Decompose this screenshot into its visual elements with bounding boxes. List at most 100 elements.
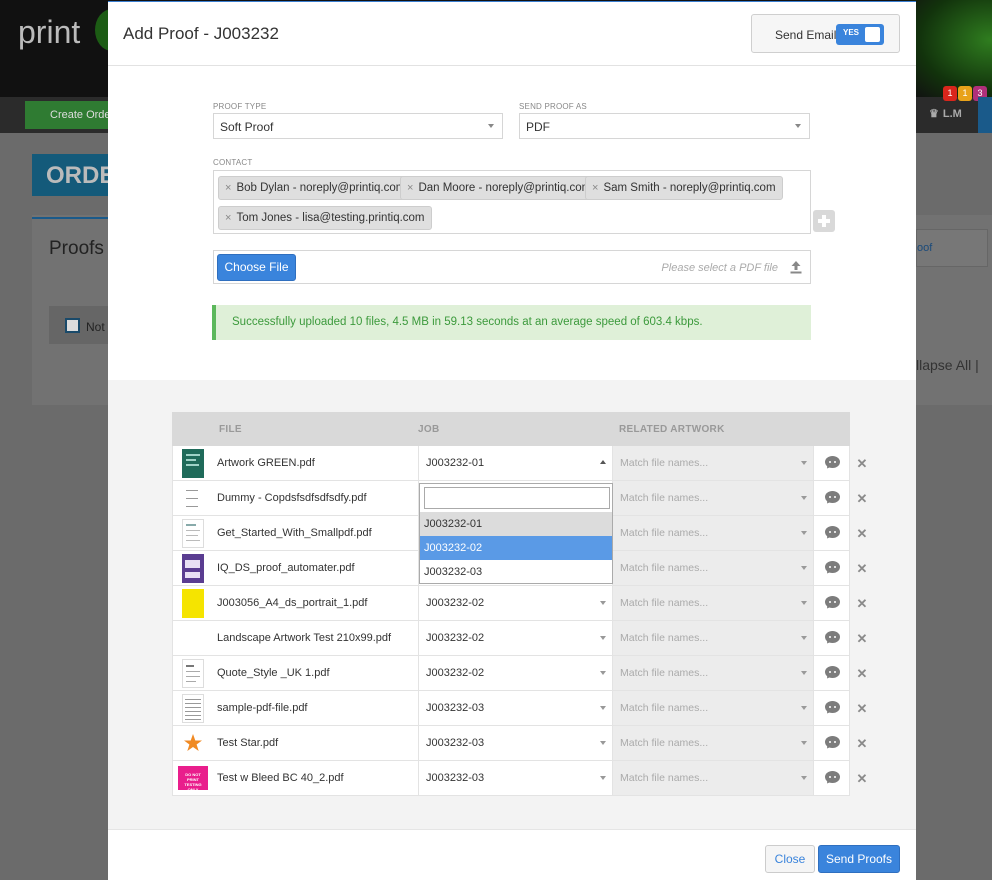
- job-search-input[interactable]: [424, 487, 610, 509]
- send-proofs-button[interactable]: Send Proofs: [818, 845, 900, 873]
- job-option[interactable]: J003232-01: [420, 512, 612, 536]
- notification-badge[interactable]: 1: [958, 86, 972, 101]
- filter-checkbox[interactable]: [65, 318, 80, 333]
- job-column-header: JOB: [418, 424, 440, 435]
- modal-footer: Close Send Proofs: [108, 829, 916, 880]
- comment-button[interactable]: [813, 516, 850, 551]
- remove-chip-icon[interactable]: ×: [407, 182, 413, 194]
- related-artwork-column-header: RELATED ARTWORK: [619, 424, 725, 435]
- contact-chip-label: Tom Jones - lisa@testing.printiq.com: [236, 212, 425, 224]
- related-artwork-select[interactable]: Match file names...: [613, 761, 813, 796]
- file-name: Artwork GREEN.pdf: [217, 457, 315, 469]
- job-select[interactable]: J003232-03: [418, 691, 613, 726]
- file-name: Test w Bleed BC 40_2.pdf: [217, 772, 344, 784]
- remove-row-icon[interactable]: ✕: [856, 736, 868, 751]
- related-artwork-select[interactable]: Match file names...: [613, 446, 813, 481]
- artwork-placeholder: Match file names...: [620, 632, 709, 644]
- file-thumbnail: [182, 519, 204, 548]
- comment-button[interactable]: [813, 691, 850, 726]
- file-cell: Quote_Style _UK 1.pdf: [172, 656, 418, 691]
- close-button[interactable]: Close: [765, 845, 815, 873]
- file-name: J003056_A4_ds_portrait_1.pdf: [217, 597, 368, 609]
- user-menu[interactable]: ♛ L.M: [925, 107, 962, 120]
- comment-button[interactable]: [813, 551, 850, 586]
- send-proof-as-select[interactable]: PDF: [519, 113, 810, 139]
- file-placeholder: Please select a PDF file: [661, 262, 778, 274]
- job-select[interactable]: J003232-03: [418, 726, 613, 761]
- remove-row-icon[interactable]: ✕: [856, 491, 868, 506]
- modal-title: Add Proof - J003232: [123, 24, 279, 43]
- comment-button[interactable]: [813, 621, 850, 656]
- contact-input[interactable]: × Bob Dylan - noreply@printiq.com × Dan Mo…: [213, 170, 811, 234]
- upload-icon[interactable]: [790, 260, 802, 274]
- artwork-placeholder: Match file names...: [620, 702, 709, 714]
- related-artwork-select[interactable]: Match file names...: [613, 691, 813, 726]
- related-artwork-select[interactable]: Match file names...: [613, 481, 813, 516]
- file-name: sample-pdf-file.pdf: [217, 702, 308, 714]
- chevron-down-icon: [600, 706, 606, 710]
- remove-row-icon[interactable]: ✕: [856, 596, 868, 611]
- related-artwork-select[interactable]: Match file names...: [613, 551, 813, 586]
- related-artwork-select[interactable]: Match file names...: [613, 726, 813, 761]
- comment-icon: [825, 701, 840, 713]
- job-select[interactable]: J003232-01: [418, 446, 613, 481]
- remove-row-icon[interactable]: ✕: [856, 666, 868, 681]
- chevron-down-icon: [801, 496, 807, 500]
- related-artwork-select[interactable]: Match file names...: [613, 516, 813, 551]
- job-select[interactable]: J003232-02: [418, 586, 613, 621]
- toggle-knob: [865, 27, 880, 42]
- remove-row-icon[interactable]: ✕: [856, 701, 868, 716]
- file-cell: Dummy - Copdsfsdfsdfsdfy.pdf: [172, 481, 418, 516]
- artwork-placeholder: Match file names...: [620, 492, 709, 504]
- remove-row-icon[interactable]: ✕: [856, 456, 868, 471]
- comment-button[interactable]: [813, 656, 850, 691]
- comment-button[interactable]: [813, 586, 850, 621]
- related-artwork-select[interactable]: Match file names...: [613, 656, 813, 691]
- job-select[interactable]: J003232-03: [418, 761, 613, 796]
- chevron-down-icon: [600, 741, 606, 745]
- toggle-state-label: YES: [843, 28, 860, 37]
- remove-chip-icon[interactable]: ×: [592, 182, 598, 194]
- job-value: J003232-02: [426, 632, 485, 644]
- comment-button[interactable]: [813, 761, 850, 796]
- chevron-down-icon: [600, 671, 606, 675]
- comment-icon: [825, 666, 840, 678]
- file-cell: sample-pdf-file.pdf: [172, 691, 418, 726]
- artwork-placeholder: Match file names...: [620, 562, 709, 574]
- job-select[interactable]: J003232-02: [418, 656, 613, 691]
- add-proof-button[interactable]: oof: [916, 229, 988, 267]
- job-option[interactable]: J003232-02: [420, 536, 612, 560]
- user-initials: L.M: [942, 108, 962, 120]
- add-contact-button[interactable]: [813, 210, 835, 232]
- related-artwork-select[interactable]: Match file names...: [613, 621, 813, 656]
- choose-file-button[interactable]: Choose File: [217, 254, 296, 281]
- chevron-down-icon: [801, 671, 807, 675]
- chevron-down-icon: [801, 636, 807, 640]
- remove-chip-icon[interactable]: ×: [225, 212, 231, 224]
- comment-button[interactable]: [813, 481, 850, 516]
- proof-type-select[interactable]: Soft Proof: [213, 113, 503, 139]
- comment-button[interactable]: [813, 726, 850, 761]
- table-row: Quote_Style _UK 1.pdf J003232-02 Match f…: [172, 656, 867, 691]
- collapse-all-link[interactable]: llapse All |: [916, 357, 979, 373]
- chevron-up-icon: [600, 460, 606, 464]
- comment-button[interactable]: [813, 446, 850, 481]
- contact-chip: × Bob Dylan - noreply@printiq.com: [218, 176, 413, 200]
- job-option[interactable]: J003232-03: [420, 560, 612, 584]
- contact-chip-label: Bob Dylan - noreply@printiq.com: [236, 182, 406, 194]
- send-email-toggle[interactable]: YES: [836, 24, 884, 45]
- job-select[interactable]: J003232-02: [418, 621, 613, 656]
- remove-row-icon[interactable]: ✕: [856, 631, 868, 646]
- file-thumbnail: [182, 624, 204, 653]
- heading-underline: [32, 217, 108, 219]
- related-artwork-select[interactable]: Match file names...: [613, 586, 813, 621]
- order-heading: ORDE: [32, 154, 115, 196]
- remove-row-icon[interactable]: ✕: [856, 561, 868, 576]
- create-order-button[interactable]: Create Order: [25, 101, 115, 129]
- comment-icon: [825, 456, 840, 468]
- chevron-down-icon: [795, 124, 801, 128]
- remove-chip-icon[interactable]: ×: [225, 182, 231, 194]
- notification-badge[interactable]: 1: [943, 86, 957, 101]
- remove-row-icon[interactable]: ✕: [856, 771, 868, 786]
- remove-row-icon[interactable]: ✕: [856, 526, 868, 541]
